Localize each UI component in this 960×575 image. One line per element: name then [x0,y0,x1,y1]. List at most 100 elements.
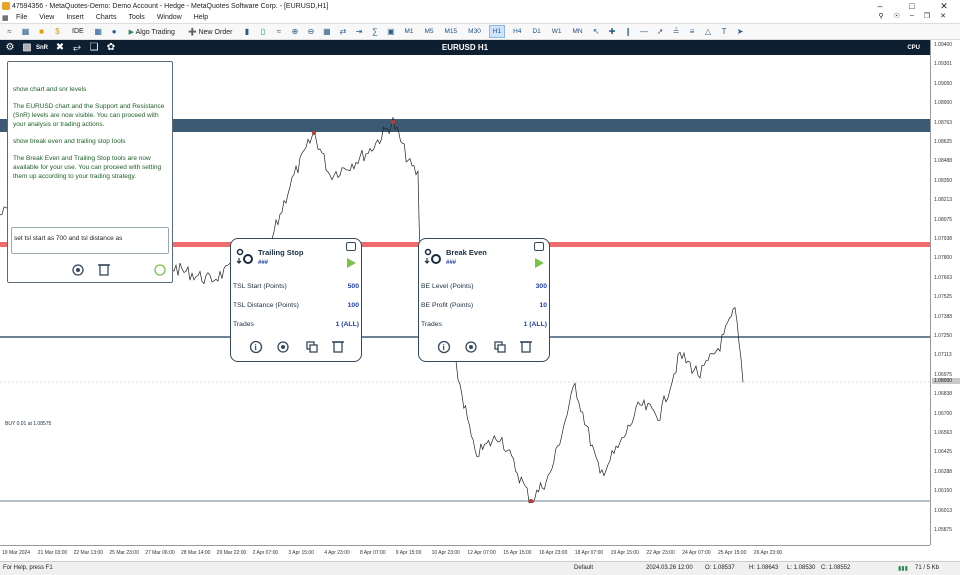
ide-button[interactable]: IDE [68,26,88,37]
time-axis-label: 3 Apr 15:00 [288,550,314,556]
templates-icon[interactable]: ▣ [385,27,396,36]
trash-icon[interactable] [520,341,532,353]
svg-text:i: i [443,343,446,352]
trash-icon[interactable] [98,264,110,276]
time-axis-label: 10 Apr 23:00 [431,550,460,556]
menu-file[interactable]: File [10,14,33,21]
be-profit-value[interactable]: 10 [539,302,547,309]
menu-charts[interactable]: Charts [90,14,123,21]
trailing-stop-title: Trailing Stop [258,248,304,257]
tools-cross-icon[interactable]: ✖ [53,42,67,53]
info-icon[interactable]: i [249,340,263,354]
horizontal-line-icon[interactable]: — [639,27,650,36]
chart-icon[interactable]: ▩ [20,42,34,53]
settings-gear-icon[interactable]: ⚙ [3,42,17,53]
status-profile[interactable]: Default [574,565,593,571]
zoom-out-icon[interactable]: ⊖ [305,27,316,36]
ai-assistant-icon[interactable]: ✿ [104,42,118,53]
timeframe-m30[interactable]: M30 [465,26,484,37]
reset-icon[interactable] [72,264,84,276]
arrows-icon[interactable]: ➤ [735,27,746,36]
menu-view[interactable]: View [33,14,60,21]
time-axis-label: 24 Apr 07:00 [682,550,711,556]
algo-trading-button[interactable]: ▶ Algo Trading [125,26,179,38]
sub-minimize-icon[interactable]: – [910,12,914,20]
maximize-icon[interactable]: □ [896,0,928,12]
timeframe-mn[interactable]: MN [570,26,586,37]
indicators-icon[interactable]: ∑ [369,27,380,36]
zoom-in-icon[interactable]: ⊕ [289,27,300,36]
sub-close-icon[interactable]: ✕ [940,12,946,20]
trades-label: Trades [233,321,254,328]
crosshair-icon[interactable]: ✚ [607,27,618,36]
algo-trading-label: Algo Trading [135,28,175,36]
timeframe-h1[interactable]: H1 [488,25,506,38]
timeframe-m1[interactable]: M1 [401,26,416,37]
connection-icon: ▮▮▮ [898,566,908,572]
menu-window[interactable]: Window [151,14,188,21]
search-icon[interactable]: ⚲ [879,12,884,20]
timeframe-h4[interactable]: H4 [510,26,524,37]
price-axis-label: 1.08900 [934,100,953,107]
tsl-start-value[interactable]: 500 [348,283,359,290]
play-icon[interactable] [535,258,544,268]
status-help: For Help, press F1 [3,565,53,571]
chat-input[interactable]: set tsl start as 700 and tsl distance as [11,227,169,254]
trendline-icon[interactable]: ➚ [655,27,666,36]
minimize-panel-icon[interactable] [346,242,356,251]
time-axis-label: 19 Mar 2024 [2,550,31,556]
time-axis-label: 25 Apr 15:00 [718,550,747,556]
timeframe-w1[interactable]: W1 [549,26,565,37]
market-watch-icon[interactable]: ■ [36,27,47,36]
cursor-icon[interactable]: ↖ [591,27,602,36]
trades-value[interactable]: 1 (ALL) [336,321,359,328]
trash-icon[interactable] [332,341,344,353]
break-even-actions: i [437,340,532,354]
timeframe-m15[interactable]: M15 [442,26,461,37]
reset-icon[interactable] [465,341,477,353]
be-level-value[interactable]: 300 [536,283,547,290]
shapes-icon[interactable]: △ [703,27,714,36]
tsl-distance-value[interactable]: 100 [348,302,359,309]
data-window-icon[interactable]: ▦ [93,27,104,36]
chart-shift-icon[interactable]: ⇥ [353,27,364,36]
profiles-icon[interactable]: ▦ [20,27,31,36]
break-even-panel: Break Even ### BE Level (Points) 300 BE P… [418,238,550,362]
account-icon[interactable]: ☉ [894,12,900,20]
timeframe-m5[interactable]: M5 [421,26,436,37]
trades-value[interactable]: 1 (ALL) [524,321,547,328]
app-menu-icon[interactable]: ▦ [0,14,10,22]
bar-chart-icon[interactable]: ▮ [241,27,252,36]
timeframe-d1[interactable]: D1 [529,26,543,37]
sub-restore-icon[interactable]: ❐ [924,12,930,20]
layout-icon[interactable]: ❏ [87,42,101,53]
fibonacci-icon[interactable]: ≡ [687,27,698,36]
line-chart-icon[interactable]: ≈ [273,27,284,36]
menu-tools[interactable]: Tools [122,14,150,21]
minimize-icon[interactable]: – [864,0,896,12]
menu-help[interactable]: Help [188,14,214,21]
reset-icon[interactable] [277,341,289,353]
minimize-panel-icon[interactable] [534,242,544,251]
time-axis-label: 21 Mar 03:00 [37,550,68,556]
menu-insert[interactable]: Insert [60,14,90,21]
grid-icon[interactable]: ▦ [321,27,332,36]
close-icon[interactable]: ✕ [928,0,960,12]
info-icon[interactable]: i [437,340,451,354]
price-axis-label: 1.08350 [934,177,953,184]
chart-window[interactable]: ⚙ ▩ SnR ✖ ⥂ ❏ ✿ EURUSD H1 CPU BUY 0.01 a… [0,40,960,561]
channel-icon[interactable]: ≟ [671,27,682,36]
strategy-tester-icon[interactable]: ● [109,27,120,36]
candle-chart-icon[interactable]: ▯ [257,27,268,36]
new-order-button[interactable]: ➕ New Order [184,26,237,38]
expand-icon[interactable]: ⥂ [70,42,84,53]
text-icon[interactable]: T [719,27,730,36]
copy-icon[interactable] [494,341,506,353]
new-chart-icon[interactable]: ≈ [4,27,15,36]
vertical-line-icon[interactable]: ❙ [623,27,634,36]
autoscroll-icon[interactable]: ⇄ [337,27,348,36]
play-icon[interactable] [347,258,356,268]
chat-message-bot: The Break Even and Trailing Stop tools a… [13,155,162,180]
copy-icon[interactable] [306,341,318,353]
dollar-icon[interactable]: $ [52,27,63,36]
